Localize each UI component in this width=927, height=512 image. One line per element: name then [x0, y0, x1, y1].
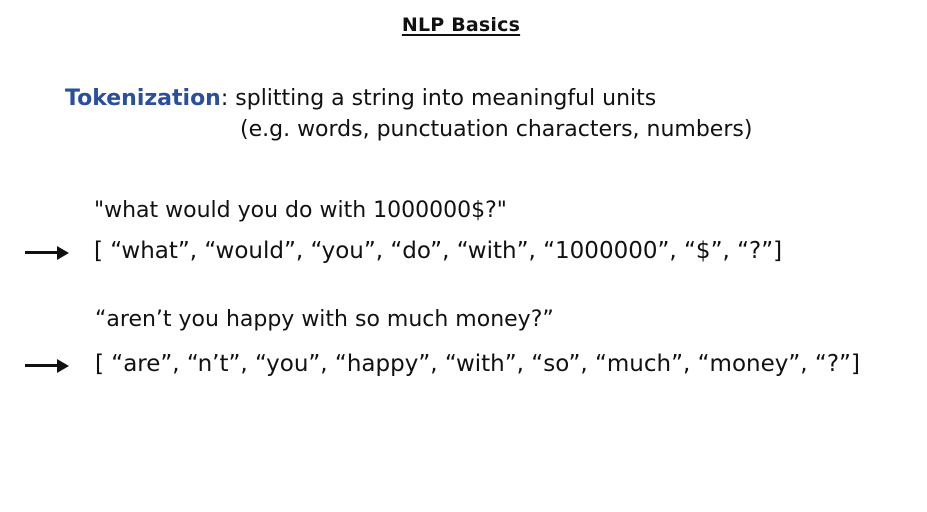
- slide-title: NLP Basics: [401, 14, 521, 36]
- definition-line: Tokenization: splitting a string into me…: [65, 86, 656, 111]
- example-2-input: “aren’t you happy with so much money?”: [95, 307, 554, 332]
- right-arrow-icon: [25, 246, 69, 260]
- right-arrow-icon: [25, 359, 69, 373]
- definition-term: Tokenization: [65, 86, 221, 111]
- definition-text: : splitting a string into meaningful uni…: [220, 86, 657, 111]
- definition-text-line2: (e.g. words, punctuation characters, num…: [240, 117, 753, 142]
- slide: NLP Basics Tokenization: splitting a str…: [0, 0, 927, 512]
- example-1-tokens: [ “what”, “would”, “you”, “do”, “with”, …: [94, 238, 783, 264]
- example-1-input: "what would you do with 1000000$?": [94, 198, 507, 223]
- example-2-tokens: [ “are”, “n’t”, “you”, “happy”, “with”, …: [95, 351, 860, 377]
